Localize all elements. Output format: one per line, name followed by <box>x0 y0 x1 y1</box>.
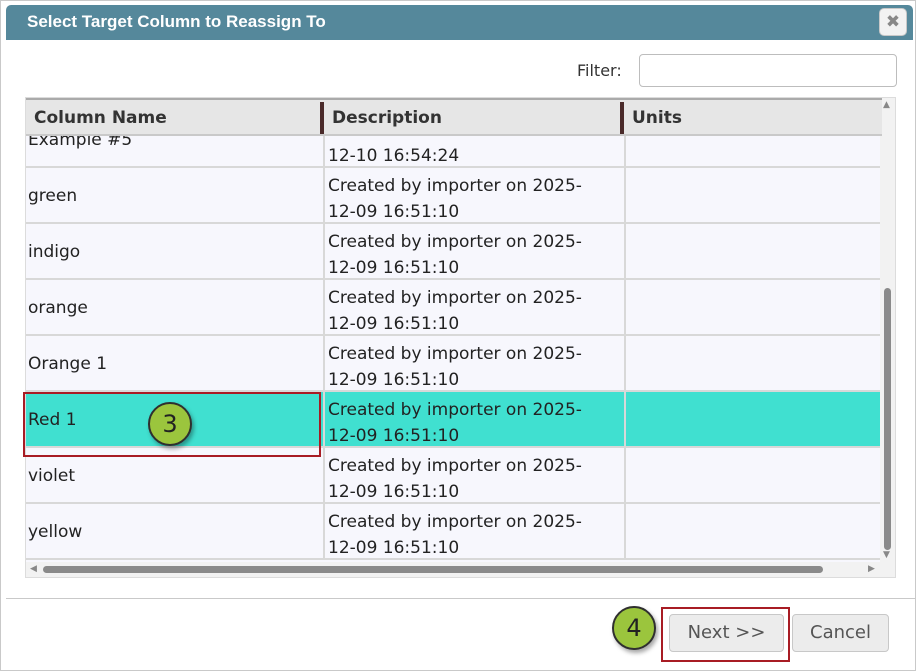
cell-units <box>626 224 882 280</box>
cell-units <box>626 336 882 392</box>
dialog-title: Select Target Column to Reassign To <box>27 12 326 31</box>
cell-description: Created by importer on 2025- 12-09 16:51… <box>325 504 626 560</box>
table-row[interactable]: indigo Created by importer on 2025- 12-0… <box>26 224 882 280</box>
grid-body: Column Name Description Units Example #5… <box>26 98 882 563</box>
description-line: 12-09 16:51:10 <box>328 482 460 502</box>
cell-column-name: orange <box>26 280 325 336</box>
cell-column-name: green <box>26 168 325 224</box>
table-row[interactable]: orange Created by importer on 2025- 12-0… <box>26 280 882 336</box>
grid-header: Column Name Description Units <box>26 98 882 136</box>
description-line: Created by importer on 2025- <box>328 176 582 196</box>
description-line: Created by importer on 2025- <box>328 344 582 364</box>
reassign-dialog: Select Target Column to Reassign To ✖ Fi… <box>0 0 916 671</box>
description-line: 12-09 16:51:10 <box>328 314 460 334</box>
cell-description: Created by importer on 2025- 12-09 16:51… <box>325 168 626 224</box>
table-row[interactable]: yellow Created by importer on 2025- 12-0… <box>26 504 882 560</box>
table-row[interactable]: violet Created by importer on 2025- 12-0… <box>26 448 882 504</box>
footer-divider <box>6 598 915 599</box>
filter-input[interactable] <box>639 54 897 87</box>
next-button[interactable]: Next >> <box>669 614 784 652</box>
cell-column-name: indigo <box>26 224 325 280</box>
header-units[interactable]: Units <box>624 100 882 136</box>
cell-description: Created by importer on 2025- 12-09 16:51… <box>325 336 626 392</box>
description-line: 12-09 16:51:10 <box>328 538 460 558</box>
table-row[interactable]: Orange 1 Created by importer on 2025- 12… <box>26 336 882 392</box>
table-row[interactable]: green Created by importer on 2025- 12-09… <box>26 168 882 224</box>
vertical-scrollbar[interactable]: ▲ ▼ <box>880 98 895 563</box>
description-line: 12-10 16:54:24 <box>328 146 460 166</box>
description-line: Created by importer on 2025- <box>328 232 582 252</box>
scroll-left-icon[interactable]: ◀ <box>30 564 37 574</box>
description-line: Created by importer on 2025- <box>328 512 582 532</box>
cell-units <box>626 168 882 224</box>
description-line: 12-09 16:51:10 <box>328 426 460 446</box>
step-badge: 4 <box>612 606 656 650</box>
cell-description: Created by importer on 2025- 12-09 16:51… <box>325 448 626 504</box>
scroll-down-icon[interactable]: ▼ <box>883 550 890 560</box>
scroll-up-icon[interactable]: ▲ <box>883 100 890 110</box>
dialog-titlebar: Select Target Column to Reassign To ✖ <box>6 5 913 40</box>
description-line: 12-09 16:51:10 <box>328 202 460 222</box>
header-description[interactable]: Description <box>324 100 620 136</box>
description-line: Created by importer on 2025- <box>328 456 582 476</box>
description-line: 12-09 16:51:10 <box>328 370 460 390</box>
header-column-name[interactable]: Column Name <box>26 100 322 136</box>
cancel-button[interactable]: Cancel <box>792 614 889 652</box>
cell-units <box>626 392 882 448</box>
cell-units <box>626 504 882 560</box>
description-line: Created by importer on 2025- <box>328 400 582 420</box>
column-grid: Column Name Description Units Example #5… <box>25 97 896 578</box>
cell-column-name: Orange 1 <box>26 336 325 392</box>
vertical-scroll-thumb[interactable] <box>884 288 891 550</box>
cell-column-name: yellow <box>26 504 325 560</box>
cell-column-name: violet <box>26 448 325 504</box>
filter-label: Filter: <box>577 61 622 80</box>
cell-description: Created by importer on 2025- 12-09 16:51… <box>325 224 626 280</box>
scroll-right-icon[interactable]: ▶ <box>868 564 875 574</box>
cell-description: Created by importer on 2025- 12-09 16:51… <box>325 280 626 336</box>
cell-units <box>626 280 882 336</box>
cell-units <box>626 448 882 504</box>
horizontal-scroll-thumb[interactable] <box>43 566 823 573</box>
horizontal-scrollbar[interactable]: ◀ ▶ <box>26 562 882 577</box>
close-icon[interactable]: ✖ <box>879 8 907 36</box>
description-line: 12-09 16:51:10 <box>328 258 460 278</box>
description-line: Created by importer on 2025- <box>328 288 582 308</box>
cell-description: Created by importer on 2025- 12-09 16:51… <box>325 392 626 448</box>
step-badge: 3 <box>148 402 192 446</box>
